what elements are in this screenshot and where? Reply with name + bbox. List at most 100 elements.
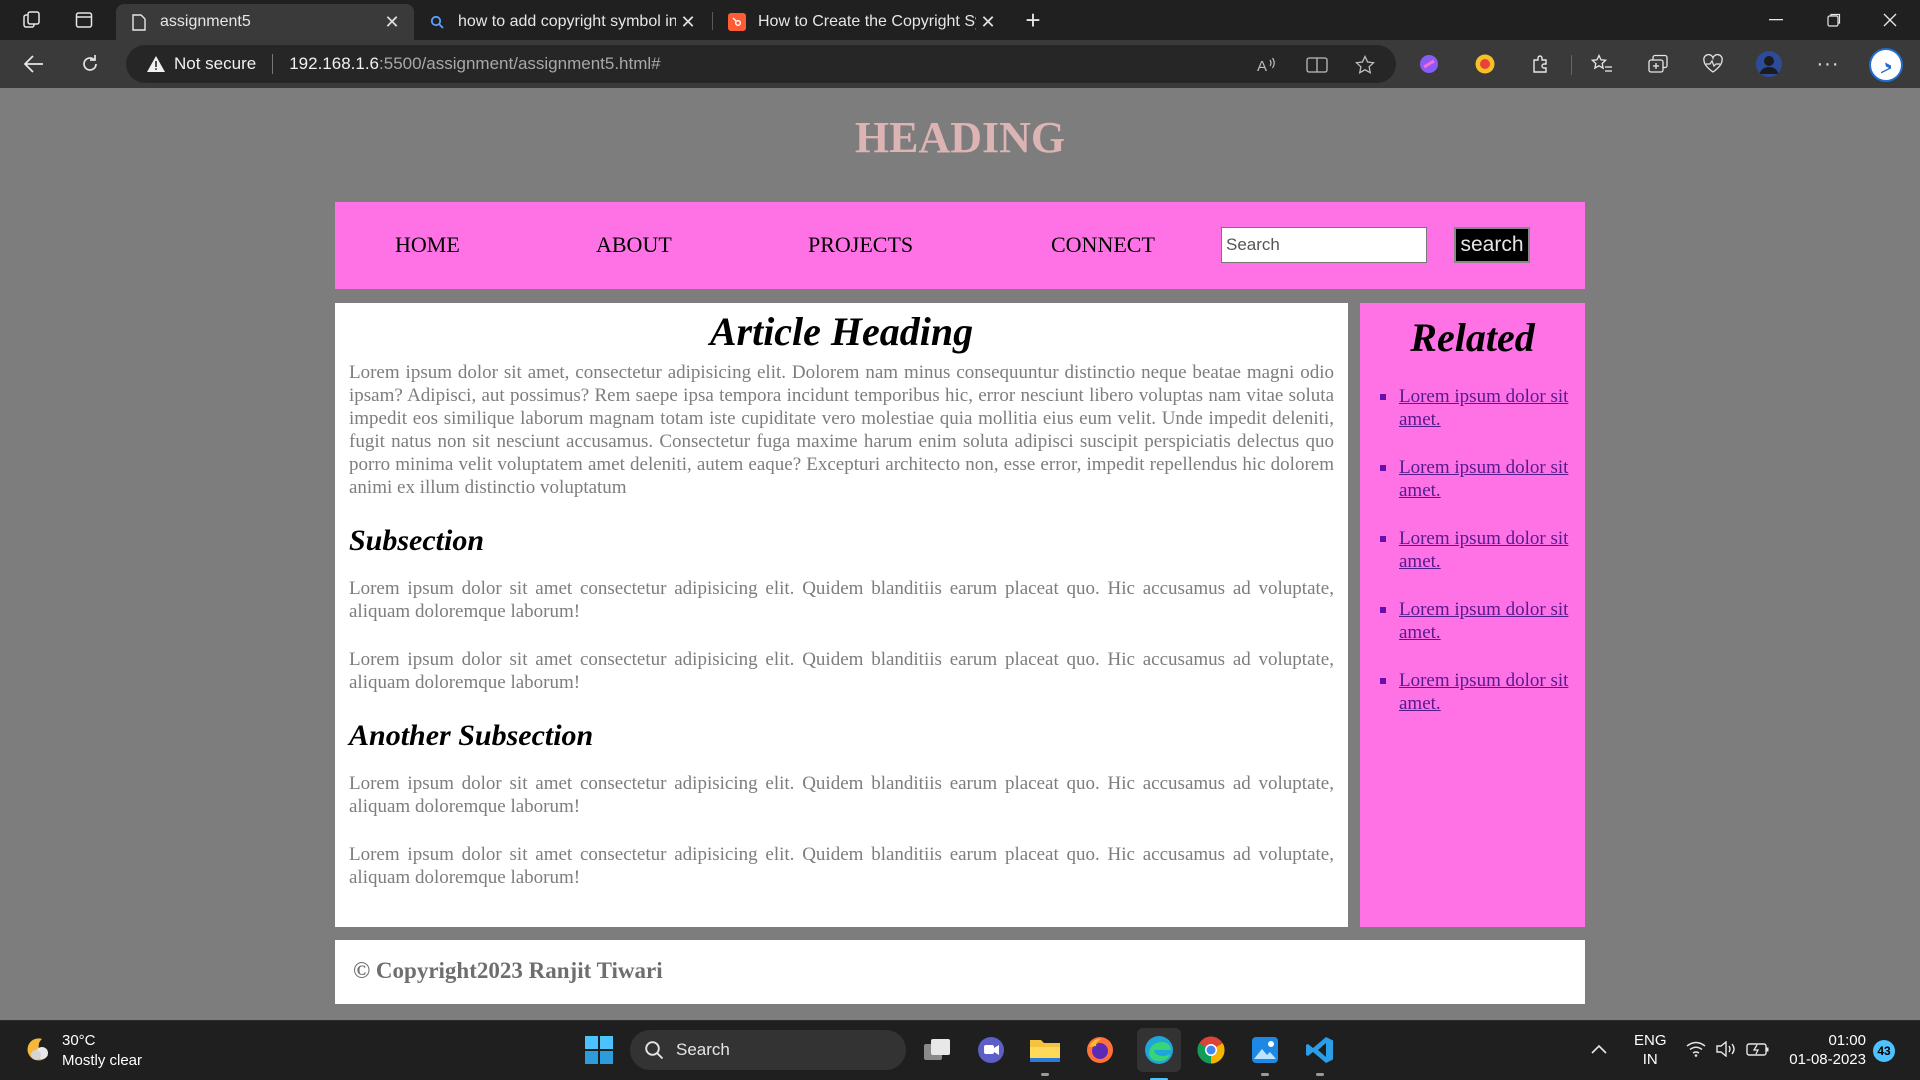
chrome-icon[interactable] <box>1194 1033 1228 1067</box>
photos-icon[interactable] <box>1248 1033 1282 1076</box>
related-link[interactable]: Lorem ipsum dolor sit amet. <box>1399 456 1569 502</box>
clock-date: 01-08-2023 <box>1789 1051 1866 1068</box>
region-code: IN <box>1642 1051 1658 1068</box>
taskbar-search-label: Search <box>676 1040 730 1059</box>
extension-icon[interactable] <box>1472 51 1498 77</box>
extensions-puzzle-icon[interactable] <box>1528 51 1554 77</box>
subsection-heading: Subsection <box>349 524 485 557</box>
minimize-icon[interactable] <box>1748 0 1804 40</box>
nav-link-connect[interactable]: CONNECT <box>1051 232 1155 258</box>
notification-badge[interactable]: 43 <box>1873 1040 1895 1062</box>
related-item: Lorem ipsum dolor sit amet. <box>1380 669 1585 715</box>
tab-label: how to add copyright symbol in <box>458 13 676 30</box>
weather-temp: 30°C <box>62 1032 96 1049</box>
collections-icon[interactable] <box>1645 51 1671 77</box>
nav-link-home[interactable]: HOME <box>395 232 460 258</box>
show-hidden-icons[interactable] <box>1591 1039 1607 1058</box>
language-code: ENG <box>1634 1032 1667 1049</box>
subsection-paragraph: Lorem ipsum dolor sit amet consectetur a… <box>349 578 1334 622</box>
url-path: :5500/assignment/assignment5.html# <box>379 54 661 73</box>
close-tab-icon[interactable]: ✕ <box>380 12 404 33</box>
search-button[interactable]: search <box>1454 227 1530 263</box>
vscode-icon[interactable] <box>1303 1033 1337 1076</box>
tab-label: assignment5 <box>160 13 251 30</box>
favorite-star-icon[interactable] <box>1354 54 1376 76</box>
address-bar[interactable]: Not secure 192.168.1.6 :5500/assignment/… <box>126 45 1396 83</box>
warning-icon[interactable] <box>146 54 166 74</box>
extension-icon[interactable] <box>1416 51 1442 77</box>
address-separator <box>272 54 274 74</box>
tab-separator <box>712 12 713 30</box>
another-subsection-heading: Another Subsection <box>349 719 594 752</box>
related-sidebar: Related Lorem ipsum dolor sit amet. Lore… <box>1360 303 1585 927</box>
new-tab-icon[interactable]: + <box>1015 4 1051 36</box>
related-item: Lorem ipsum dolor sit amet. <box>1380 456 1585 502</box>
security-status[interactable]: Not secure <box>174 54 256 74</box>
clock[interactable]: 01:00 01-08-2023 <box>1782 1031 1866 1069</box>
weather-widget[interactable]: 30°C Mostly clear <box>20 1031 142 1071</box>
read-aloud-icon[interactable]: A <box>1256 54 1278 76</box>
refresh-icon[interactable] <box>72 48 108 80</box>
firefox-icon[interactable] <box>1083 1033 1117 1067</box>
browser-tab-bar: assignment5 ✕ how to add copyright symbo… <box>0 0 1920 40</box>
related-item: Lorem ipsum dolor sit amet. <box>1380 385 1585 431</box>
search-input[interactable] <box>1221 227 1427 263</box>
task-view-icon[interactable] <box>920 1033 954 1067</box>
subsection-paragraph: Lorem ipsum dolor sit amet consectetur a… <box>349 844 1334 888</box>
nav-link-projects[interactable]: PROJECTS <box>808 232 913 258</box>
taskbar-search[interactable]: Search <box>630 1030 906 1070</box>
article-intro: Lorem ipsum dolor sit amet, consectetur … <box>349 362 1334 498</box>
web-page: HEADING HOME ABOUT PROJECTS CONNECT sear… <box>0 88 1920 1020</box>
volume-icon[interactable] <box>1716 1040 1738 1062</box>
browser-essentials-icon[interactable] <box>1700 51 1726 77</box>
running-indicator <box>1316 1073 1324 1076</box>
battery-icon[interactable] <box>1746 1041 1770 1062</box>
wifi-icon[interactable] <box>1686 1041 1706 1062</box>
tab-label: How to Create the Copyright Sym <box>758 13 976 30</box>
site-navbar: HOME ABOUT PROJECTS CONNECT search <box>335 202 1585 289</box>
related-item: Lorem ipsum dolor sit amet. <box>1380 527 1585 573</box>
more-options-icon[interactable]: ··· <box>1815 51 1841 77</box>
close-tab-icon[interactable]: ✕ <box>676 12 700 33</box>
close-tab-icon[interactable]: ✕ <box>976 12 1000 33</box>
nav-link-about[interactable]: ABOUT <box>596 232 672 258</box>
restore-icon[interactable] <box>1806 0 1862 40</box>
workspaces-icon[interactable] <box>14 4 50 36</box>
teams-chat-icon[interactable] <box>974 1033 1008 1067</box>
tab-actions-icon[interactable] <box>66 4 102 36</box>
file-explorer-icon[interactable] <box>1028 1033 1062 1076</box>
related-link[interactable]: Lorem ipsum dolor sit amet. <box>1399 598 1569 644</box>
related-link[interactable]: Lorem ipsum dolor sit amet. <box>1399 385 1569 431</box>
related-link[interactable]: Lorem ipsum dolor sit amet. <box>1399 669 1569 715</box>
windows-start-icon[interactable] <box>584 1035 614 1070</box>
edge-icon[interactable] <box>1137 1028 1181 1080</box>
running-indicator <box>1041 1073 1049 1076</box>
related-list: Lorem ipsum dolor sit amet. Lorem ipsum … <box>1360 385 1585 715</box>
tab-copyright-search[interactable]: how to add copyright symbol in ✕ <box>414 4 710 40</box>
weather-condition: Mostly clear <box>62 1052 143 1069</box>
related-item: Lorem ipsum dolor sit amet. <box>1380 598 1585 644</box>
input-language[interactable]: ENG IN <box>1634 1031 1667 1069</box>
toolbar-separator <box>1571 55 1572 75</box>
close-window-icon[interactable] <box>1862 0 1918 40</box>
related-heading: Related <box>1410 315 1535 360</box>
bing-copilot-icon[interactable] <box>1867 46 1905 84</box>
subsection-paragraph: Lorem ipsum dolor sit amet consectetur a… <box>349 649 1334 693</box>
svg-text:A: A <box>1257 58 1267 74</box>
page-icon <box>130 13 148 31</box>
profile-avatar[interactable] <box>1754 49 1784 79</box>
site-footer: © Copyright2023 Ranjit Tiwari <box>335 940 1585 1004</box>
immersive-reader-icon[interactable] <box>1306 54 1328 76</box>
copyright-text: © Copyright2023 Ranjit Tiwari <box>353 958 663 983</box>
hubspot-icon <box>728 13 746 31</box>
tab-copyright-article[interactable]: How to Create the Copyright Sym ✕ <box>714 4 1010 40</box>
favorites-icon[interactable] <box>1589 51 1615 77</box>
related-link[interactable]: Lorem ipsum dolor sit amet. <box>1399 527 1569 573</box>
tab-assignment5[interactable]: assignment5 ✕ <box>116 4 414 40</box>
url-host: 192.168.1.6 <box>289 54 380 73</box>
taskbar: 30°C Mostly clear Search ENG IN 01:00 01… <box>0 1020 1920 1080</box>
back-icon[interactable] <box>16 48 52 80</box>
clock-time: 01:00 <box>1828 1032 1866 1049</box>
weather-moon-icon <box>20 1033 52 1070</box>
article-heading: Article Heading <box>709 309 974 354</box>
